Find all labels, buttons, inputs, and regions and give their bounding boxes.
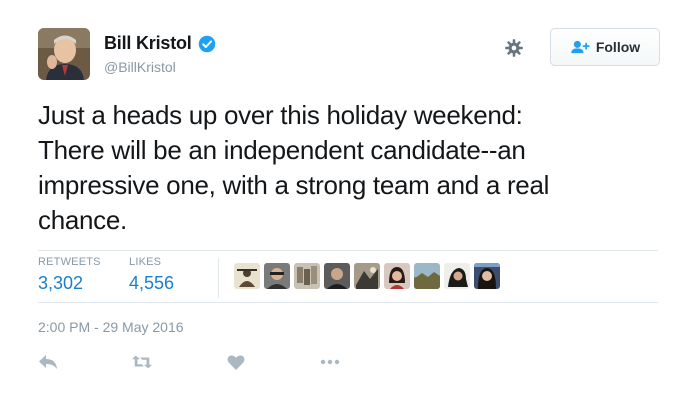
verified-badge-icon: [198, 35, 215, 52]
retweets-label: RETWEETS: [38, 256, 101, 268]
liker-avatar[interactable]: [264, 263, 290, 289]
retweets-stat[interactable]: RETWEETS 3,302: [38, 256, 101, 294]
liker-avatars: [234, 263, 500, 289]
more-icon: [320, 359, 340, 365]
liker-avatar[interactable]: [384, 263, 410, 289]
more-button[interactable]: [320, 352, 340, 372]
likes-count: 4,556: [129, 273, 175, 293]
liker-avatar[interactable]: [444, 263, 470, 289]
tweet-stats: RETWEETS 3,302 LIKES 4,556: [38, 256, 658, 302]
tweet-text: Just a heads up over this holiday weeken…: [38, 98, 668, 238]
user-handle[interactable]: @BillKristol: [104, 59, 216, 75]
follow-label: Follow: [595, 39, 641, 55]
user-info: Bill Kristol @BillKristol: [104, 33, 216, 75]
retweet-icon: [132, 355, 152, 369]
likes-stat[interactable]: LIKES 4,556: [129, 256, 174, 294]
avatar[interactable]: [38, 28, 90, 80]
add-user-icon: [571, 40, 590, 54]
liker-avatar[interactable]: [324, 263, 350, 289]
avatar-image: [38, 28, 90, 80]
user-fullname[interactable]: Bill Kristol: [104, 33, 192, 54]
likes-label: LIKES: [129, 256, 162, 268]
follow-button[interactable]: Follow: [550, 28, 660, 66]
name-row: Bill Kristol: [104, 33, 216, 54]
retweets-count: 3,302: [38, 273, 84, 293]
gear-icon[interactable]: [504, 38, 524, 58]
liker-avatar[interactable]: [234, 263, 260, 289]
reply-button[interactable]: [38, 352, 58, 372]
tweet-text-line: Just a heads up over this holiday weeken…: [38, 100, 523, 130]
liker-avatar[interactable]: [294, 263, 320, 289]
tweet-actions: [38, 352, 414, 372]
liker-avatar[interactable]: [414, 263, 440, 289]
retweet-button[interactable]: [132, 352, 152, 372]
reply-icon: [39, 355, 57, 369]
stat-separator: [218, 258, 219, 298]
liker-avatar[interactable]: [354, 263, 380, 289]
tweet-timestamp[interactable]: 2:00 PM - 29 May 2016: [38, 319, 184, 335]
divider: [38, 250, 658, 251]
tweet-text-line: impressive one, with a strong team and a…: [38, 170, 550, 200]
divider: [38, 302, 658, 303]
tweet-text-line: chance.: [38, 205, 127, 235]
tweet-header: Bill Kristol @BillKristol Follow: [38, 28, 660, 84]
liker-avatar[interactable]: [474, 263, 500, 289]
like-icon: [227, 354, 245, 370]
like-button[interactable]: [226, 352, 246, 372]
tweet-text-line: There will be an independent candidate--…: [38, 135, 526, 165]
